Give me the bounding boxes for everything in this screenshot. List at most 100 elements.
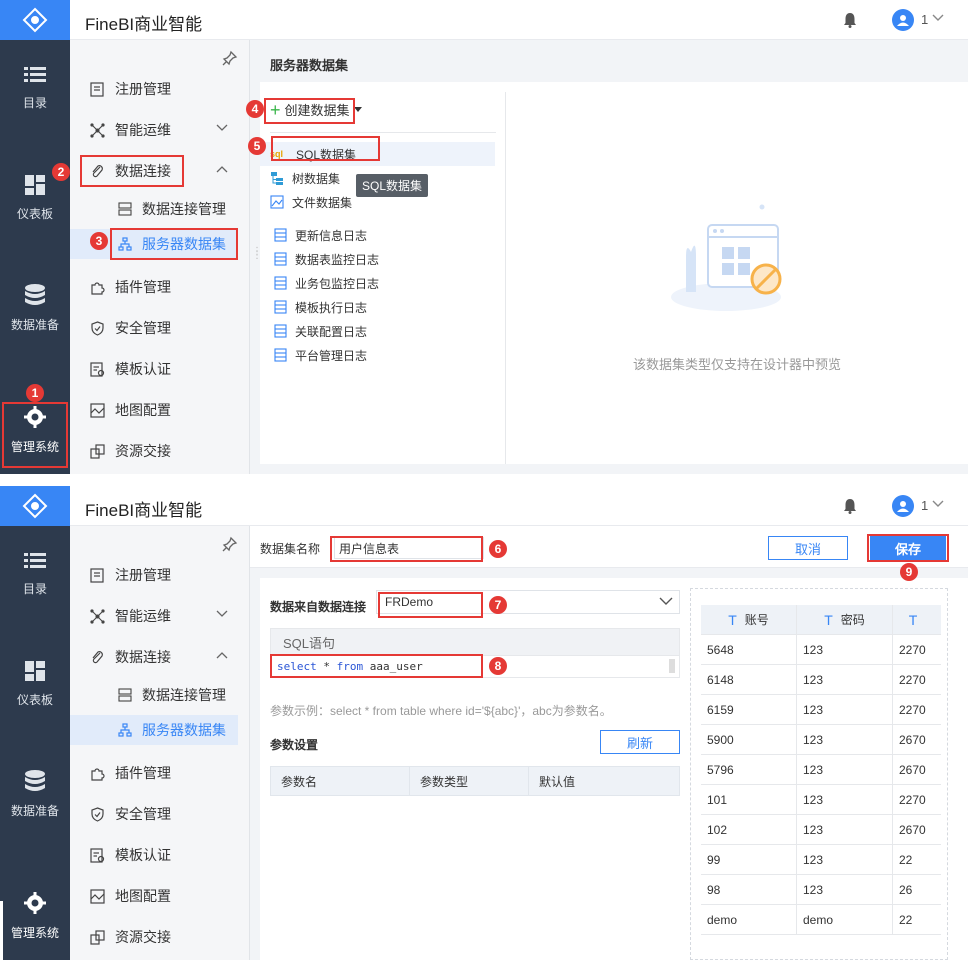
nav-catalog[interactable]: 目录 [0, 48, 70, 128]
submenu-security[interactable]: 安全管理 [70, 313, 250, 343]
table-cell: 2270 [899, 702, 926, 717]
tree-item-log[interactable]: 业务包监控日志 [274, 272, 379, 294]
pin-icon[interactable] [222, 536, 238, 552]
column-header-label: 密码 [840, 613, 865, 627]
submenu-label: 地图配置 [115, 402, 171, 418]
refresh-button[interactable]: 刷新 [600, 730, 680, 754]
tree-item-log[interactable]: 更新信息日志 [274, 224, 367, 246]
submenu-template-auth[interactable]: 模板认证 [70, 354, 250, 384]
dropdown-tree-dataset[interactable]: 树数据集 [260, 166, 350, 190]
column-header: 参数名 [271, 767, 410, 795]
tree-item-label: 更新信息日志 [295, 228, 368, 243]
submenu-resource-handover[interactable]: 资源交接 [70, 436, 250, 466]
submenu-label: 模板认证 [115, 847, 171, 863]
callout-box [271, 136, 380, 161]
nav-catalog-label: 目录 [22, 95, 47, 110]
table-cell: 123 [797, 755, 893, 784]
step-badge: 6 [489, 540, 507, 558]
table-cell: 123 [797, 665, 893, 694]
chevron-down-icon [659, 597, 673, 605]
source-connection-label: 数据来自数据连接 [270, 600, 367, 614]
chevron-up-icon [216, 652, 228, 659]
callout-box [330, 536, 483, 562]
submenu-registration[interactable]: 注册管理 [70, 74, 250, 104]
finebi-logo[interactable] [0, 486, 70, 526]
submenu-map-config[interactable]: 地图配置 [70, 881, 250, 911]
tree-item-log[interactable]: 平台管理日志 [274, 344, 367, 366]
cancel-button[interactable]: 取消 [768, 536, 848, 560]
finebi-logo[interactable] [0, 0, 70, 40]
preview-empty-state: 该数据集类型仅支持在设计器中预览 [506, 92, 968, 464]
pin-icon[interactable] [222, 50, 238, 66]
table-icon [274, 252, 287, 266]
submenu-ops[interactable]: 智能运维 [70, 115, 250, 145]
submenu-plugins[interactable]: 插件管理 [70, 758, 250, 788]
submenu-ops[interactable]: 智能运维 [70, 601, 250, 631]
submenu-server-dataset[interactable]: 服务器数据集 [70, 715, 238, 745]
submenu-plugins[interactable]: 插件管理 [70, 272, 250, 302]
submenu-resource-handover[interactable]: 资源交接 [70, 922, 250, 952]
submenu-map-config[interactable]: 地图配置 [70, 395, 250, 425]
user-avatar[interactable] [892, 9, 914, 31]
database-icon [25, 769, 45, 791]
table-cell: 123 [797, 875, 893, 904]
nav-data-prep[interactable]: 数据准备 [0, 754, 70, 834]
bell-icon[interactable] [843, 498, 857, 514]
chevron-down-icon[interactable] [932, 500, 944, 508]
preview-table: T 账号 T 密码 T 5648 123 2270 6148 123 2270 61… [701, 605, 941, 935]
page-title: 服务器数据集 [270, 58, 349, 73]
submenu-connection-management[interactable]: 数据连接管理 [70, 680, 250, 710]
table-cell: 123 [797, 815, 893, 844]
dropdown-file-dataset[interactable]: 文件数据集 [260, 190, 352, 214]
submenu-label: 资源交接 [115, 929, 171, 945]
table-icon [274, 324, 287, 338]
nav-dashboard[interactable]: 仪表板 [0, 644, 70, 724]
submenu-data-connection[interactable]: 数据连接 [70, 642, 250, 672]
ops-icon [90, 122, 105, 138]
bell-icon[interactable] [843, 12, 857, 28]
submenu-security[interactable]: 安全管理 [70, 799, 250, 829]
table-cell: 2270 [899, 792, 926, 807]
scrollbar[interactable] [669, 659, 675, 673]
column-header: 默认值 [539, 774, 576, 789]
screenshot-divider [0, 474, 968, 486]
panel-sql-dataset-editor: 目录 仪表板 数据准备 管理系统 FineBI商业智能 1 注册管理 智能运维 … [0, 486, 968, 960]
nav-data-prep[interactable]: 数据准备 [0, 268, 70, 348]
map-icon [90, 888, 105, 904]
data-preview: T 账号 T 密码 T 5648 123 2270 6148 123 2270 61… [690, 588, 948, 960]
table-cell: 99 [701, 845, 797, 874]
submenu-connection-management[interactable]: 数据连接管理 [70, 194, 250, 224]
handover-icon [90, 443, 105, 459]
register-icon [90, 81, 104, 97]
column-header: T [893, 605, 941, 634]
nav-admin-system[interactable]: 管理系统 [0, 876, 70, 956]
tree-item-log[interactable]: 关联配置日志 [274, 320, 367, 342]
tree-item-log[interactable]: 数据表监控日志 [274, 248, 379, 270]
link-icon [92, 650, 103, 663]
step-badge: 9 [900, 563, 918, 581]
submenu-label: 数据连接 [115, 649, 171, 665]
empty-preview-illustration [671, 204, 782, 311]
top-header: FineBI商业智能 1 [70, 486, 968, 526]
step-badge: 3 [90, 232, 108, 250]
table-cell: 123 [797, 845, 893, 874]
column-header: T 密码 [797, 605, 893, 634]
nav-catalog[interactable]: 目录 [0, 534, 70, 614]
tree-item-log[interactable]: 模板执行日志 [274, 296, 367, 318]
user-name[interactable]: 1 [921, 498, 928, 513]
step-badge: 1 [26, 384, 44, 402]
param-hint: 参数示例：select * from table where id='${abc… [270, 704, 612, 718]
param-settings-title: 参数设置 [270, 738, 319, 752]
submenu-registration[interactable]: 注册管理 [70, 560, 250, 590]
submenu-template-auth[interactable]: 模板认证 [70, 840, 250, 870]
user-avatar[interactable] [892, 495, 914, 517]
tree-dataset-icon [271, 172, 283, 185]
table-cell: 5648 [701, 635, 797, 664]
template-cert-icon [90, 847, 105, 863]
handover-icon [90, 929, 105, 945]
shield-icon [91, 806, 104, 822]
user-name[interactable]: 1 [921, 12, 928, 27]
tooltip: SQL数据集 [356, 174, 429, 197]
chevron-down-icon[interactable] [932, 14, 944, 22]
empty-state-text: 该数据集类型仅支持在设计器中预览 [632, 357, 841, 372]
